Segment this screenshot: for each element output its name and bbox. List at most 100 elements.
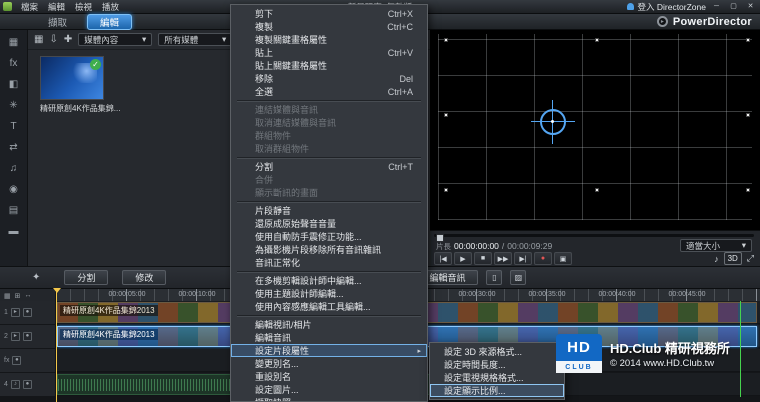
selection-handle[interactable]	[746, 38, 750, 42]
context-menu-item[interactable]: 為攝影機片段移除所有音訊雜訊 ▸	[231, 243, 427, 256]
context-menu-item[interactable]: 移除 Del ▸	[231, 72, 427, 85]
context-menu-item[interactable]: 貼上 Ctrl+V ▸	[231, 46, 427, 59]
context-menu-item[interactable]: 設定圖片... ▸	[231, 383, 427, 396]
context-menu-item[interactable]: 貼上關鍵畫格屬性 ▸	[231, 59, 427, 72]
context-menu-item[interactable]: 複製關鍵畫格屬性 ▸	[231, 33, 427, 46]
stop-button[interactable]: ■	[474, 252, 492, 265]
context-menu-item[interactable]: 連結媒體與音訊 ▸	[231, 103, 427, 116]
fullscreen-icon[interactable]: ⤢	[747, 253, 754, 264]
snapshot-button[interactable]: ▣	[554, 252, 572, 265]
context-menu-item[interactable]: 音訊正常化 ▸	[231, 256, 427, 269]
download-media-icon[interactable]: ⇩	[49, 34, 57, 45]
lock-icon[interactable]: ●	[12, 356, 21, 365]
chapter-room-icon[interactable]: ▤	[2, 200, 26, 221]
effect-room-icon[interactable]: fx	[2, 53, 26, 74]
transport-controls: |◀▶■▶▶▶|●▣	[434, 252, 572, 265]
track-manager-icon[interactable]: ▨	[510, 270, 526, 285]
context-menu-item[interactable]: 在多機剪輯設計師中編輯... ▸	[231, 274, 427, 287]
threed-toggle-button[interactable]: 3D	[724, 252, 742, 265]
selection-handle[interactable]	[444, 38, 448, 42]
playhead[interactable]	[56, 288, 57, 402]
video-track-icon[interactable]: ▸	[11, 308, 20, 317]
audio-mixing-room-icon[interactable]: ♫	[2, 158, 26, 179]
context-menu-item[interactable]: 分割 Ctrl+T ▸	[231, 160, 427, 173]
magic-tools-icon[interactable]: ✦	[32, 272, 40, 283]
chevron-down-icon: ▾	[142, 34, 146, 45]
step-back-button[interactable]: |◀	[434, 252, 452, 265]
selection-handle[interactable]	[444, 113, 448, 117]
media-filter-select[interactable]: 所有媒體▾	[158, 33, 232, 46]
content-filter-select[interactable]: 媒體內容▾	[78, 33, 152, 46]
context-menu-item[interactable]: 剪下 Ctrl+X ▸	[231, 7, 427, 20]
video-thumbnail[interactable]: ✓	[40, 56, 104, 100]
fast-forward-button[interactable]: ▶▶	[494, 252, 512, 265]
particle-room-icon[interactable]: ✳	[2, 95, 26, 116]
volume-icon[interactable]: ♪	[714, 254, 719, 264]
context-menu-item[interactable]: 編輯音訊 ▸	[231, 331, 427, 344]
context-menu-item[interactable]: 重設別名 ▸	[231, 370, 427, 383]
seek-bar[interactable]	[434, 234, 754, 237]
preview-control-bar: 片長 00:00:00:00 / 00:00:09:29 適當大小▾ |◀▶■▶…	[430, 230, 760, 266]
minimize-button[interactable]: ─	[710, 2, 723, 12]
playhead-marker-icon[interactable]	[53, 288, 61, 293]
import-media-icon[interactable]: ✚	[64, 34, 72, 45]
ruler-timecode-label: 00:00:40:00	[599, 291, 636, 298]
context-menu-item[interactable]: 取消群組物件 ▸	[231, 142, 427, 155]
transition-room-icon[interactable]: ⇄	[2, 137, 26, 158]
split-button[interactable]: 分割	[64, 270, 108, 285]
context-menu-item[interactable]: 變更別名... ▸	[231, 357, 427, 370]
context-menu-item[interactable]: 複製 Ctrl+C ▸	[231, 20, 427, 33]
overlay-room-icon[interactable]: ◧	[2, 74, 26, 95]
preview-zoom-select[interactable]: 適當大小▾	[680, 239, 752, 252]
menubar-item[interactable]: 播放	[97, 1, 124, 13]
selection-handle[interactable]	[746, 188, 750, 192]
context-menu-item[interactable]: 合併 ▸	[231, 173, 427, 186]
submenu-item[interactable]: 設定時間長度...	[430, 358, 564, 371]
tab-edit[interactable]: 編輯	[87, 14, 132, 30]
remove-clip-icon[interactable]: ▯	[486, 270, 502, 285]
length-label: 片長	[436, 241, 451, 252]
lock-icon[interactable]: ●	[23, 332, 32, 341]
play-button[interactable]: ▶	[454, 252, 472, 265]
maximize-button[interactable]: ▢	[727, 2, 740, 12]
context-menu-item[interactable]: 全選 Ctrl+A ▸	[231, 85, 427, 98]
context-menu-item[interactable]: 擷取快照... ▸	[231, 396, 427, 402]
context-menu-item[interactable]: 取消連結媒體與音訊 ▸	[231, 116, 427, 129]
context-menu-item[interactable]: 設定片段屬性 ▸	[231, 344, 427, 357]
menubar-item[interactable]: 檔案	[16, 1, 43, 13]
title-room-icon[interactable]: T	[2, 116, 26, 137]
menubar-item[interactable]: 編輯	[43, 1, 70, 13]
preview-right-controls: ♪ 3D ⤢	[714, 252, 754, 265]
context-menu-item[interactable]: 還原成原始聲音音量 ▸	[231, 217, 427, 230]
selection-handle[interactable]	[595, 188, 599, 192]
tab-capture[interactable]: 擷取	[38, 14, 77, 30]
context-menu-item[interactable]: 片段靜音 ▸	[231, 204, 427, 217]
audio-track-icon[interactable]: ♪	[11, 380, 20, 389]
context-menu-item[interactable]: 使用自動防手震修正功能... ▸	[231, 230, 427, 243]
context-menu-item[interactable]: 顯示斷訊的畫面 ▸	[231, 186, 427, 199]
subtitle-room-icon[interactable]: ▬	[2, 221, 26, 242]
context-menu-item[interactable]: 使用內容感應編輯工具編輯... ▸	[231, 300, 427, 313]
voice-recording-room-icon[interactable]: ◉	[2, 179, 26, 200]
selection-handle[interactable]	[444, 188, 448, 192]
context-menu-item[interactable]: 使用主題設計師編輯... ▸	[231, 287, 427, 300]
context-menu-item[interactable]: 群組物件 ▸	[231, 129, 427, 142]
lock-icon[interactable]: ●	[23, 308, 32, 317]
context-menu-item[interactable]: 編輯視訊/相片 ▸	[231, 318, 427, 331]
modify-button[interactable]: 修改	[122, 270, 166, 285]
submenu-item[interactable]: 設定電視規格格式...	[430, 371, 564, 384]
selection-handle[interactable]	[746, 113, 750, 117]
login-directorzone-link[interactable]: 登入 DirectorZone	[638, 1, 707, 13]
submenu-item[interactable]: 設定顯示比例...	[430, 384, 564, 397]
close-button[interactable]: ✕	[744, 2, 757, 12]
media-thumbnail-cell[interactable]: ✓ 精研原創4K作品集錦...	[40, 56, 132, 114]
selection-handle[interactable]	[595, 38, 599, 42]
media-room-icon[interactable]: ▦	[2, 32, 26, 53]
step-forward-button[interactable]: ▶|	[514, 252, 532, 265]
lock-icon[interactable]: ●	[23, 380, 32, 389]
submenu-item[interactable]: 設定 3D 來源格式...	[430, 345, 564, 358]
video-track-icon[interactable]: ▸	[11, 332, 20, 341]
library-view-icon[interactable]: ▦	[34, 34, 43, 45]
menubar-item[interactable]: 檢視	[70, 1, 97, 13]
record-button[interactable]: ●	[534, 252, 552, 265]
